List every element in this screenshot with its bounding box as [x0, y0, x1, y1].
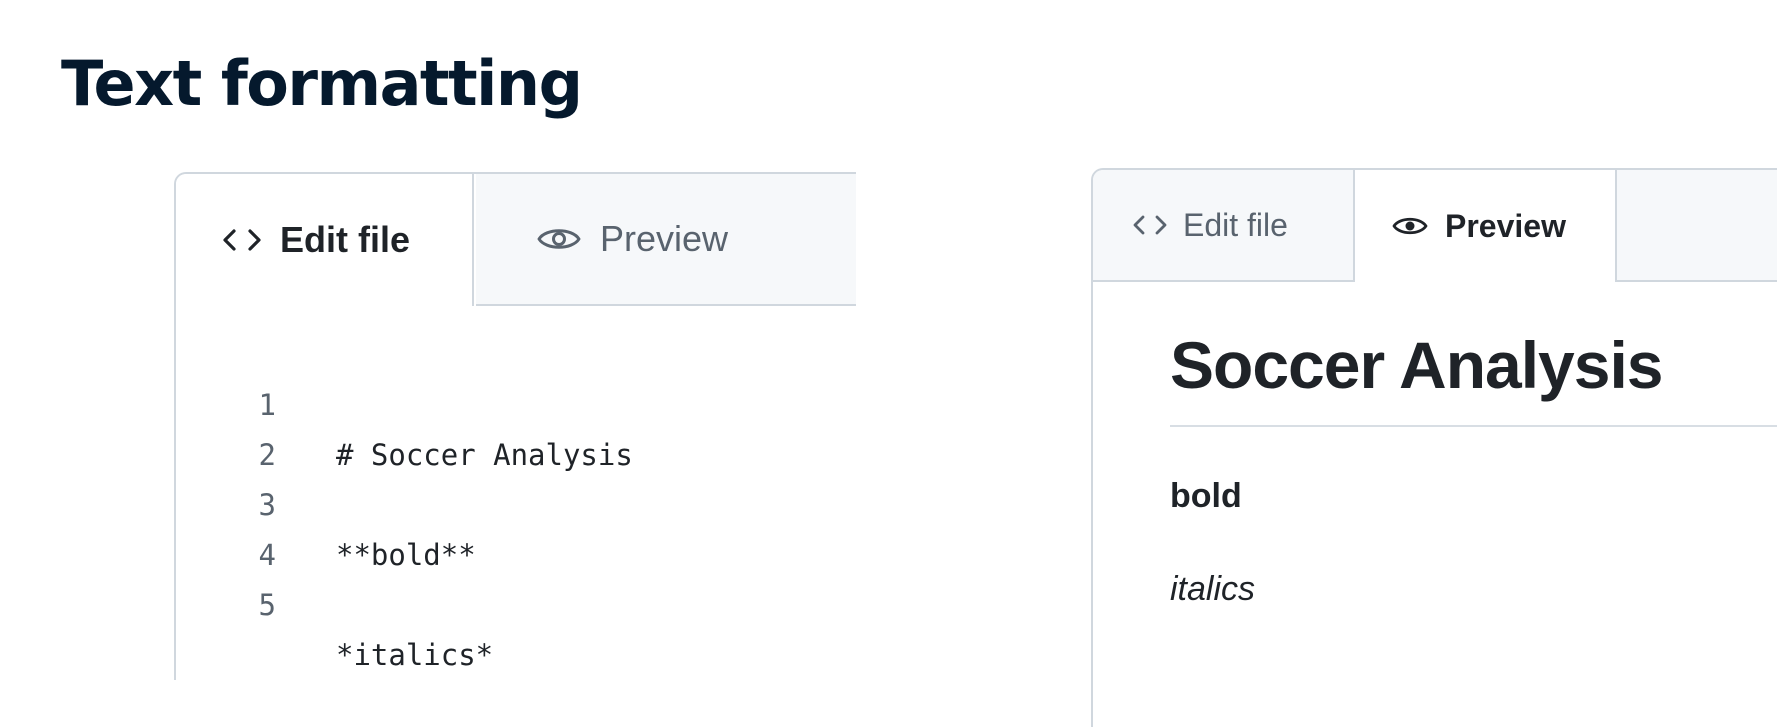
tab-edit-file[interactable]: Edit file [176, 174, 474, 306]
editor-tab-bar: Edit file Preview [176, 174, 856, 306]
tab-edit-file-label: Edit file [1183, 206, 1288, 243]
line-text: *italics* [336, 638, 494, 672]
code-line: 5 *italics* [176, 530, 856, 672]
eye-icon [1391, 212, 1429, 240]
page-title: Text formatting [61, 47, 583, 120]
tab-edit-file-label: Edit file [280, 219, 411, 260]
heading-divider [1170, 425, 1777, 427]
tab-preview[interactable]: Preview [1353, 170, 1617, 282]
code-line: 4 [176, 480, 856, 572]
rendered-bold-text: bold [1170, 477, 1242, 515]
code-brackets-icon [1131, 213, 1169, 237]
rendered-italic-text: italics [1170, 570, 1256, 608]
rendered-heading: Soccer Analysis [1170, 328, 1664, 402]
editor-panel: Edit file Preview 1 # Soccer Analysis 2 … [174, 172, 856, 680]
eye-icon [536, 223, 582, 255]
code-line: 3 **bold** [176, 430, 856, 572]
preview-panel: Edit file Preview Soccer Analysis bold i… [1091, 168, 1777, 727]
code-line: 2 [176, 380, 856, 472]
code-line: 1 # Soccer Analysis [176, 330, 856, 472]
tab-preview-label: Preview [1445, 207, 1566, 244]
tab-edit-file[interactable]: Edit file [1093, 170, 1353, 282]
code-brackets-icon [220, 226, 264, 254]
tab-preview[interactable]: Preview [476, 174, 856, 306]
tab-bar-fill [1617, 170, 1777, 282]
line-number: 5 [258, 588, 276, 622]
tab-preview-label: Preview [600, 218, 729, 259]
